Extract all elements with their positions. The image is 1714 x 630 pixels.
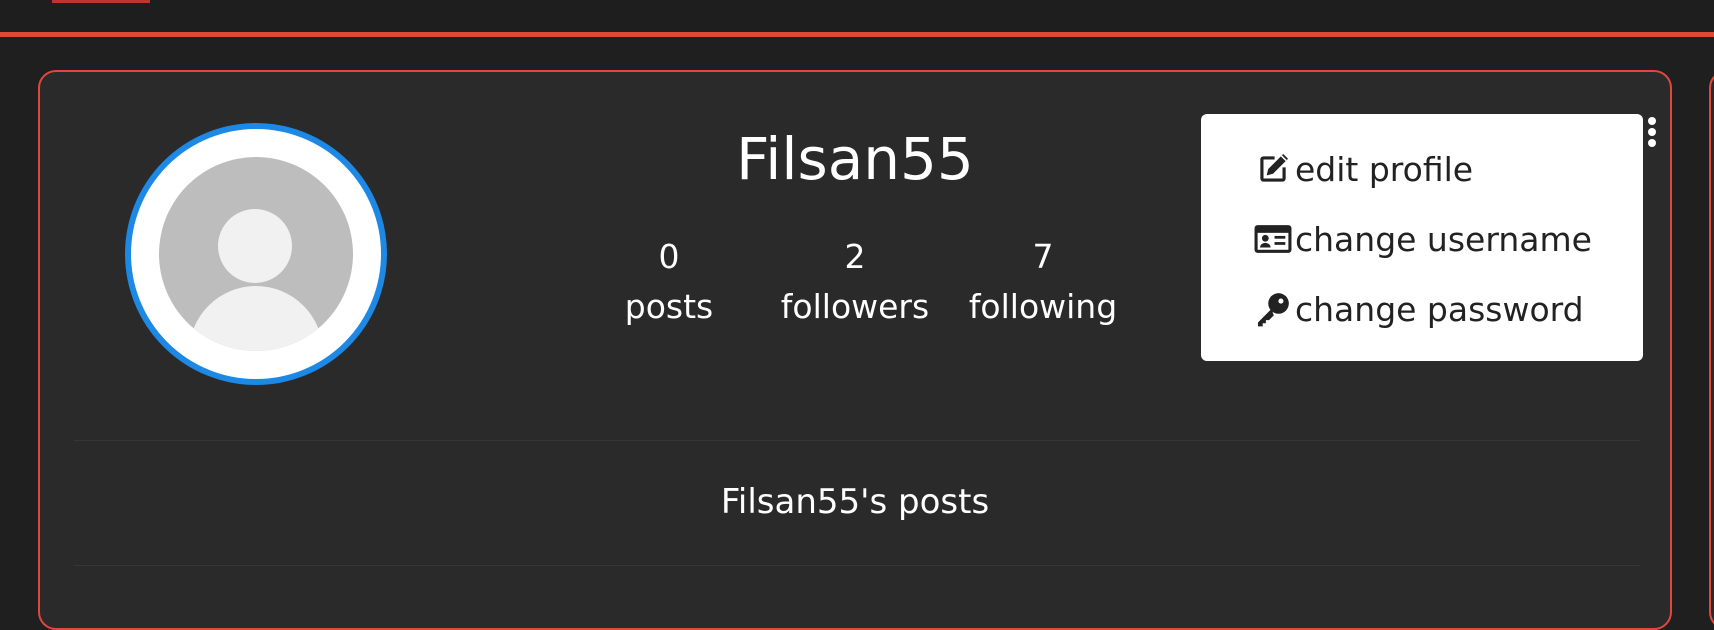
stat-count: 7 — [1032, 237, 1054, 276]
dot — [1648, 117, 1656, 125]
more-options-icon[interactable] — [1645, 115, 1659, 151]
id-card-icon — [1253, 219, 1293, 259]
stat-following[interactable]: 7 following — [958, 232, 1128, 332]
menu-item-label: edit profile — [1295, 149, 1474, 189]
avatar[interactable] — [125, 123, 387, 385]
menu-item-label: change username — [1295, 219, 1592, 259]
stat-label: followers — [780, 287, 930, 326]
profile-username: Filsan55 — [736, 125, 974, 193]
menu-item-label: change password — [1295, 289, 1584, 329]
stat-posts[interactable]: 0 posts — [584, 232, 754, 332]
menu-item-edit-profile[interactable]: edit profile — [1201, 134, 1643, 204]
avatar-head-shape — [218, 209, 292, 283]
menu-item-change-username[interactable]: change username — [1201, 204, 1643, 274]
profile-options-menu: edit profile change username change pass… — [1201, 114, 1643, 361]
key-icon — [1253, 289, 1293, 329]
active-nav-indicator — [52, 0, 150, 3]
nav-accent-line — [0, 32, 1714, 37]
avatar-body-shape — [189, 286, 323, 351]
dot — [1648, 139, 1656, 147]
stat-label: following — [968, 287, 1118, 326]
stat-count: 2 — [844, 237, 866, 276]
stat-label: posts — [624, 287, 714, 326]
default-user-icon — [159, 157, 353, 351]
stat-followers[interactable]: 2 followers — [770, 232, 940, 332]
top-nav-bar — [0, 0, 1714, 32]
dot — [1648, 128, 1656, 136]
section-divider — [74, 440, 1640, 441]
stat-count: 0 — [658, 237, 680, 276]
menu-item-change-password[interactable]: change password — [1201, 274, 1643, 344]
section-divider — [74, 565, 1640, 566]
posts-section-title: Filsan55's posts — [720, 482, 990, 522]
adjacent-card-edge — [1709, 70, 1714, 630]
edit-icon — [1253, 149, 1293, 189]
